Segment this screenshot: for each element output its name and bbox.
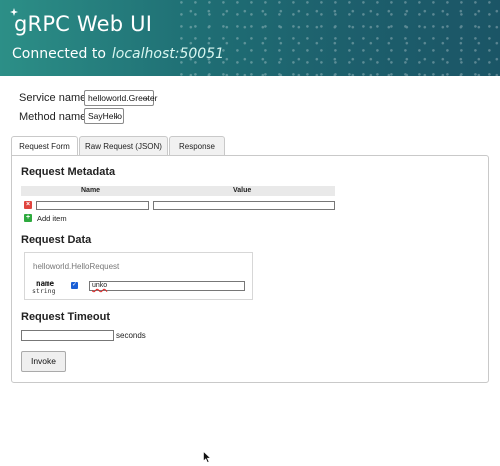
seconds-label: seconds — [116, 331, 146, 340]
add-item-label[interactable]: Add item — [37, 214, 67, 223]
host-address: localhost:50051 — [111, 46, 225, 62]
method-select[interactable]: SayHello ⌄ — [84, 108, 124, 124]
message-type-label: helloworld.HelloRequest — [33, 262, 120, 271]
field-type-label: string — [32, 287, 56, 295]
metadata-name-input[interactable] — [36, 201, 149, 210]
app-header: gRPC Web UI Connected to localhost:50051 — [0, 0, 500, 76]
name-field-input[interactable]: unko — [89, 281, 245, 291]
tab-response[interactable]: Response — [169, 136, 225, 156]
add-icon: + — [25, 214, 31, 221]
grpc-logo-icon — [10, 8, 18, 16]
service-select[interactable]: helloworld.Greeter ⌄ — [84, 90, 157, 106]
connected-label: Connected to — [12, 46, 106, 62]
app-title: gRPC Web UI — [10, 8, 153, 36]
metadata-col-name: Name — [81, 187, 101, 194]
header-pattern — [180, 0, 500, 76]
service-name-label: Service name: — [19, 92, 90, 104]
chevron-down-icon: ⌄ — [143, 93, 150, 102]
metadata-table-header: Name Value — [21, 186, 335, 196]
request-message-box: helloworld.HelloRequest — [24, 252, 253, 300]
add-metadata-button[interactable]: + — [24, 214, 32, 222]
tab-request-form[interactable]: Request Form — [11, 136, 78, 157]
field-enabled-checkbox[interactable]: ✓ — [71, 282, 78, 289]
app-title-text: gRPC Web UI — [14, 12, 153, 36]
invoke-button[interactable]: Invoke — [21, 351, 66, 372]
metadata-col-value: Value — [233, 187, 252, 194]
name-field-value: unko — [92, 282, 108, 289]
mouse-cursor-icon — [203, 451, 211, 463]
chevron-down-icon: ⌄ — [113, 111, 120, 120]
request-data-title: Request Data — [21, 234, 92, 246]
request-metadata-title: Request Metadata — [21, 166, 116, 178]
remove-metadata-button[interactable]: × — [24, 201, 32, 209]
metadata-value-input[interactable] — [153, 201, 335, 210]
request-timeout-title: Request Timeout — [21, 311, 111, 323]
tab-raw-request[interactable]: Raw Request (JSON) — [79, 136, 168, 156]
method-name-label: Method name: — [19, 111, 90, 123]
timeout-input[interactable] — [21, 330, 114, 341]
connection-status: Connected to localhost:50051 — [12, 46, 224, 62]
remove-icon: × — [25, 201, 31, 208]
